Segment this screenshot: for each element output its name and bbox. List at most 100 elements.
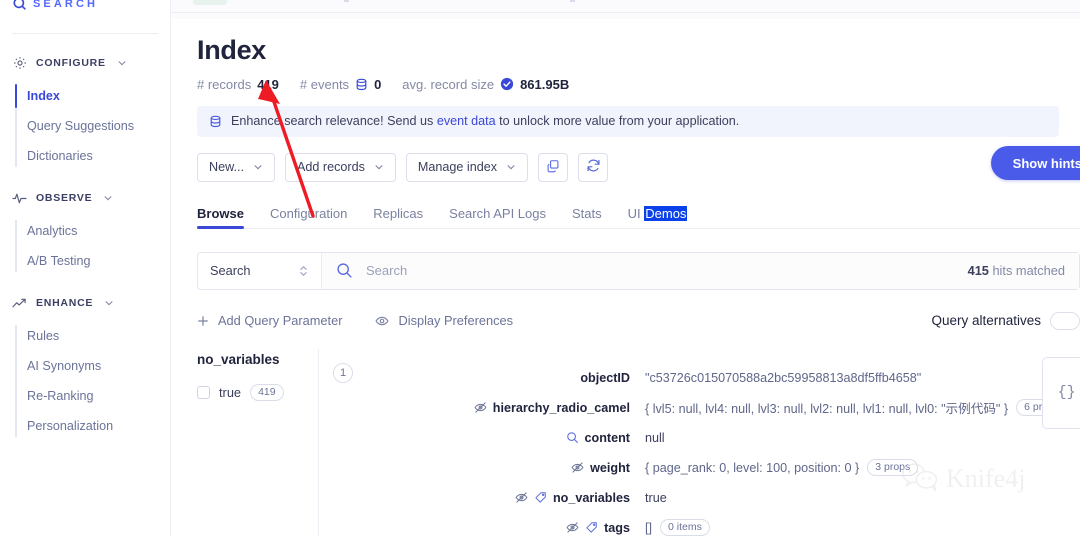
sidebar-item-rules[interactable]: Rules	[23, 323, 170, 349]
record-row: weight { page_rank: 0, level: 100, posit…	[353, 453, 1067, 483]
add-query-parameter-button[interactable]: Add Query Parameter	[197, 313, 342, 328]
show-hints-button[interactable]: Show hints	[990, 146, 1080, 180]
search-scope-select[interactable]: Search	[198, 252, 322, 289]
sidebar-item-ai-synonyms[interactable]: AI Synonyms	[23, 353, 170, 379]
sidebar-items-configure: Index Query Suggestions Dictionaries	[0, 83, 170, 169]
record-value-text: "c53726c015070588a2bc59958813a8df5ffb465…	[645, 370, 922, 385]
display-preferences-label: Display Preferences	[398, 313, 513, 329]
sidebar-item-re-ranking[interactable]: Re-Ranking	[23, 383, 170, 409]
manage-index-button[interactable]: Manage index	[405, 152, 529, 182]
page-title: Index	[197, 35, 267, 65]
sidebar-item-personalization[interactable]: Personalization	[23, 413, 170, 439]
tag-icon	[585, 521, 598, 534]
query-alternatives-control[interactable]: Query alternatives	[931, 311, 1080, 330]
record-value-text: []	[645, 520, 652, 535]
record-key: objectID	[353, 371, 645, 385]
brand-logo[interactable]: SEARCH	[0, 0, 170, 14]
index-toolbar: New... Add records Manage index	[197, 152, 1056, 182]
tab-ui-demos[interactable]: UI Demos	[628, 205, 688, 229]
record-key: no_variables	[353, 491, 645, 505]
eye-off-icon	[474, 401, 487, 414]
query-controls-row: Add Query Parameter Display Preferences …	[197, 311, 1080, 331]
record-value: [] 0 items	[645, 519, 710, 536]
sidebar-divider	[12, 33, 158, 34]
facet-item[interactable]: true 419	[197, 383, 302, 401]
record-key-label: no_variables	[552, 490, 630, 505]
events-value: 0	[374, 76, 382, 92]
record-key-label: content	[584, 430, 630, 445]
hits-matched: 415 hits matched	[968, 263, 1065, 278]
record-key-label: hierarchy_radio_camel	[492, 400, 630, 415]
tab-configuration[interactable]: Configuration	[270, 206, 347, 229]
sidebar-section-configure[interactable]: CONFIGURE	[0, 50, 170, 76]
record-index-badge: 1	[333, 362, 353, 383]
query-alternatives-toggle[interactable]	[1050, 311, 1080, 330]
clipped-element	[344, 0, 349, 2]
chevron-down-icon	[506, 162, 516, 172]
hits-count: 415	[967, 263, 989, 279]
check-circle-icon	[500, 77, 514, 91]
facet-label: true	[219, 384, 242, 400]
record-panel: 1 objectID "c53726c015070588a2bc59958813…	[318, 348, 1080, 536]
record-value: null	[645, 431, 665, 445]
avg-size-value: 861.95B	[520, 76, 570, 92]
chevron-down-icon	[374, 162, 384, 172]
search-scope-value: Search	[210, 263, 251, 279]
banner-text-before: Enhance search relevance! Send us	[231, 114, 434, 129]
index-browse-page: SEARCH CONFIGURE Index Query Suggestions…	[0, 0, 1080, 536]
search-input-placeholder: Search	[366, 263, 408, 279]
hits-label: hits matched	[992, 263, 1065, 279]
display-preferences-button[interactable]: Display Preferences	[375, 313, 513, 328]
gear-icon	[12, 56, 27, 71]
trend-up-icon	[12, 296, 27, 311]
record-row: tags [] 0 items	[353, 513, 1067, 536]
sidebar-item-ab-testing[interactable]: A/B Testing	[23, 248, 170, 274]
sidebar: SEARCH CONFIGURE Index Query Suggestions…	[0, 0, 171, 536]
record-item: 1 objectID "c53726c015070588a2bc59958813…	[319, 362, 1068, 536]
plus-icon	[197, 315, 209, 327]
sidebar-item-dictionaries[interactable]: Dictionaries	[23, 143, 170, 169]
chevron-updown-icon	[298, 263, 309, 279]
curly-braces-icon: {}	[1057, 384, 1076, 402]
sidebar-items-enhance: Rules AI Synonyms Re-Ranking Personaliza…	[0, 323, 170, 439]
facet-count-badge: 419	[250, 383, 284, 401]
section-label: ENHANCE	[36, 297, 94, 309]
sidebar-section-observe[interactable]: OBSERVE	[0, 185, 170, 211]
facet-checkbox[interactable]	[197, 385, 210, 399]
record-row: hierarchy_radio_camel { lvl5: null, lvl4…	[353, 393, 1068, 423]
tab-ui-demos-selected-text: Demos	[644, 205, 688, 221]
json-view-panel[interactable]: {}	[1042, 356, 1080, 429]
event-data-link[interactable]: event data	[437, 114, 496, 128]
tab-search-api-logs[interactable]: Search API Logs	[449, 206, 546, 229]
records-label: # records	[197, 76, 252, 92]
eye-off-icon	[515, 491, 528, 504]
tab-browse[interactable]: Browse	[197, 206, 244, 229]
sidebar-section-enhance[interactable]: ENHANCE	[0, 290, 170, 316]
search-icon	[336, 262, 353, 279]
record-value-text: true	[645, 490, 667, 505]
clipped-badge	[193, 0, 227, 5]
manage-index-label: Manage index	[417, 160, 498, 175]
record-row: objectID "c53726c015070588a2bc59958813a8…	[353, 363, 1067, 393]
sidebar-item-analytics[interactable]: Analytics	[23, 218, 170, 244]
tab-replicas[interactable]: Replicas	[373, 206, 423, 229]
add-records-label: Add records	[297, 160, 365, 175]
top-divider	[171, 12, 1080, 13]
new-button[interactable]: New...	[197, 152, 275, 182]
clipped-element	[570, 0, 575, 2]
section-label: CONFIGURE	[36, 57, 106, 69]
sidebar-item-index[interactable]: Index	[14, 83, 170, 109]
new-button-label: New...	[209, 160, 244, 175]
copy-button[interactable]	[538, 152, 569, 182]
chevron-down-icon	[253, 162, 263, 172]
add-records-button[interactable]: Add records	[285, 152, 396, 182]
clipped-top-bar	[171, 0, 1080, 19]
refresh-button[interactable]	[578, 152, 609, 182]
chevron-down-icon	[104, 298, 114, 308]
record-value-text: null	[645, 430, 665, 445]
tab-stats[interactable]: Stats	[572, 206, 602, 229]
sidebar-item-query-suggestions[interactable]: Query Suggestions	[23, 113, 170, 139]
search-input-wrapper[interactable]: Search 415 hits matched	[322, 252, 1079, 289]
database-icon	[355, 78, 368, 91]
record-value-badge: 3 props	[867, 459, 919, 477]
